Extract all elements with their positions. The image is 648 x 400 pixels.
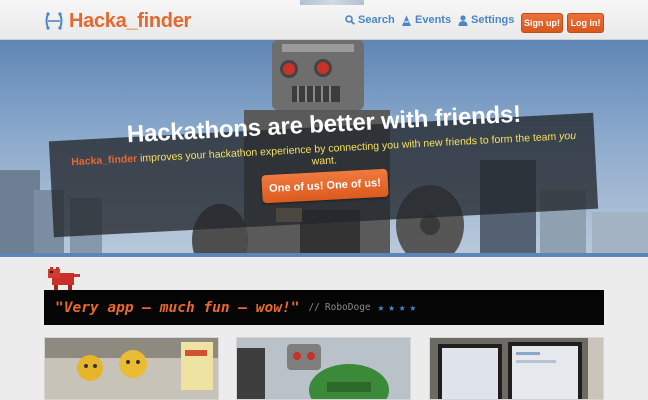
nav-search[interactable]: Search <box>345 0 395 40</box>
logo-text: Hacka_finder <box>69 10 192 32</box>
hacka-logo-icon <box>45 12 63 30</box>
events-icon <box>402 15 411 26</box>
login-button[interactable]: Log in! <box>567 13 604 33</box>
search-icon <box>345 15 355 25</box>
testimonial-separator: // <box>308 302 320 313</box>
monitors-photo <box>430 338 603 399</box>
nav-search-link[interactable]: Search <box>345 14 395 26</box>
photo-card-robots[interactable] <box>236 337 411 400</box>
user-icon <box>458 14 468 26</box>
top-navbar: Hacka_finder Search Events Settings Sign… <box>0 0 648 40</box>
nav-settings-label: Settings <box>471 14 515 26</box>
robots-photo <box>237 338 410 399</box>
nav-events-label: Events <box>415 14 452 26</box>
photo-card-toys[interactable] <box>44 337 219 400</box>
hero-subtitle-brand: Hacka_finder <box>70 152 138 169</box>
testimonial-bar: "Very app — much fun — wow!" // RoboDoge… <box>44 290 604 325</box>
hero-subtitle-end: want. <box>311 154 338 168</box>
toys-photo <box>45 338 218 399</box>
hero-subtitle-emphasis: you <box>558 129 577 143</box>
nav-events[interactable]: Events <box>401 0 451 40</box>
nav-search-label: Search <box>358 14 395 26</box>
nav-settings[interactable]: Settings <box>458 0 514 40</box>
rating-stars: ★★★★ <box>377 301 421 314</box>
testimonial-quote: "Very app — much fun — wow!" <box>55 299 300 316</box>
nav-settings-link[interactable]: Settings <box>458 14 514 26</box>
photo-card-monitors[interactable] <box>429 337 604 400</box>
logo[interactable]: Hacka_finder <box>44 9 191 33</box>
testimonial-author: RoboDoge <box>324 302 371 313</box>
hero-divider-stripe <box>0 253 648 257</box>
signup-button[interactable]: Sign up! <box>521 13 563 33</box>
nav-events-link[interactable]: Events <box>401 14 451 26</box>
